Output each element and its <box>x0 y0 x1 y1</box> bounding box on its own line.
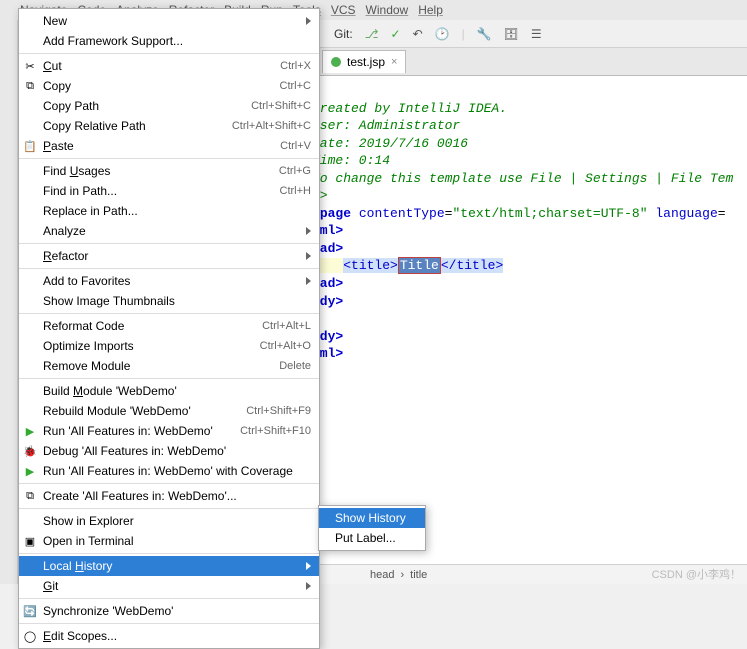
editor-tab-testjsp[interactable]: test.jsp × <box>322 50 406 73</box>
menu-reformat-code[interactable]: Reformat CodeCtrl+Alt+L <box>19 316 319 336</box>
copy-icon: ⧉ <box>23 79 37 93</box>
menu-new[interactable]: New <box>19 11 319 31</box>
submenu-show-history[interactable]: Show History <box>319 508 425 528</box>
toolbar: Git: ⎇ ✓ ↶ 🕑 | 🔧 🗄 ☰ <box>310 20 747 48</box>
run-icon: ▶ <box>23 424 37 438</box>
menu-cut[interactable]: ✂CutCtrl+X <box>19 56 319 76</box>
menu-add-framework-support[interactable]: Add Framework Support... <box>19 31 319 51</box>
menu-create-features[interactable]: ⧉Create 'All Features in: WebDemo'... <box>19 486 319 506</box>
git-label: Git: <box>334 27 353 41</box>
menu-copy-path[interactable]: Copy PathCtrl+Shift+C <box>19 96 319 116</box>
watermark: CSDN @小李鸡！ <box>652 566 741 582</box>
menubar-item[interactable]: Window <box>366 3 409 17</box>
menu-refactor[interactable]: Refactor <box>19 246 319 266</box>
menu-run-features[interactable]: ▶Run 'All Features in: WebDemo'Ctrl+Shif… <box>19 421 319 441</box>
menu-find-usages[interactable]: Find UsagesCtrl+G <box>19 161 319 181</box>
local-history-submenu: Show History Put Label... <box>318 505 426 551</box>
code-editor[interactable]: Created by IntelliJ IDEA. User: Administ… <box>310 76 747 386</box>
menu-git[interactable]: Git <box>19 576 319 596</box>
clock-icon[interactable]: 🕑 <box>435 27 450 41</box>
undo-icon[interactable]: ↶ <box>413 27 423 41</box>
menu-show-explorer[interactable]: Show in Explorer <box>19 511 319 531</box>
bars-icon[interactable]: ☰ <box>531 27 542 41</box>
close-icon[interactable]: × <box>391 56 397 68</box>
menu-optimize-imports[interactable]: Optimize ImportsCtrl+Alt+O <box>19 336 319 356</box>
paste-icon: 📋 <box>23 139 37 153</box>
menu-synchronize[interactable]: 🔄Synchronize 'WebDemo' <box>19 601 319 621</box>
breadcrumb-item[interactable]: head <box>370 569 394 581</box>
menu-copy[interactable]: ⧉CopyCtrl+C <box>19 76 319 96</box>
breadcrumb-item[interactable]: title <box>410 569 427 581</box>
menu-replace-in-path[interactable]: Replace in Path... <box>19 201 319 221</box>
editor-area: test.jsp × Created by IntelliJ IDEA. Use… <box>310 48 747 564</box>
submenu-put-label[interactable]: Put Label... <box>319 528 425 548</box>
database-icon[interactable]: 🗄 <box>504 27 519 41</box>
scope-icon: ◯ <box>23 629 37 643</box>
editor-tabbar: test.jsp × <box>310 48 747 76</box>
menu-copy-relative-path[interactable]: Copy Relative PathCtrl+Alt+Shift+C <box>19 116 319 136</box>
jsp-file-icon <box>331 57 341 67</box>
tab-label: test.jsp <box>347 55 385 69</box>
menu-run-coverage[interactable]: ▶Run 'All Features in: WebDemo' with Cov… <box>19 461 319 481</box>
menu-remove-module[interactable]: Remove ModuleDelete <box>19 356 319 376</box>
sync-icon: 🔄 <box>23 604 37 618</box>
menu-edit-scopes[interactable]: ◯Edit Scopes... <box>19 626 319 646</box>
menu-build-module[interactable]: Build Module 'WebDemo' <box>19 381 319 401</box>
menu-add-favorites[interactable]: Add to Favorites <box>19 271 319 291</box>
check-icon[interactable]: ✓ <box>391 27 401 41</box>
menubar-item[interactable]: Help <box>418 3 443 17</box>
left-gutter <box>0 20 18 584</box>
menu-find-in-path[interactable]: Find in Path...Ctrl+H <box>19 181 319 201</box>
debug-icon: 🐞 <box>23 444 37 458</box>
menu-paste[interactable]: 📋PasteCtrl+V <box>19 136 319 156</box>
menu-open-terminal[interactable]: ▣Open in Terminal <box>19 531 319 551</box>
wrench-icon[interactable]: 🔧 <box>477 27 492 41</box>
menu-debug-features[interactable]: 🐞Debug 'All Features in: WebDemo' <box>19 441 319 461</box>
create-icon: ⧉ <box>23 489 37 503</box>
terminal-icon: ▣ <box>23 534 37 548</box>
menu-show-image-thumbnails[interactable]: Show Image Thumbnails <box>19 291 319 311</box>
menubar-item[interactable]: VCS <box>331 3 356 17</box>
menu-local-history[interactable]: Local History <box>19 556 319 576</box>
menu-rebuild-module[interactable]: Rebuild Module 'WebDemo'Ctrl+Shift+F9 <box>19 401 319 421</box>
branch-icon[interactable]: ⎇ <box>365 27 379 41</box>
cut-icon: ✂ <box>23 59 37 73</box>
coverage-icon: ▶ <box>23 464 37 478</box>
context-menu: New Add Framework Support... ✂CutCtrl+X … <box>18 8 320 649</box>
menu-analyze[interactable]: Analyze <box>19 221 319 241</box>
